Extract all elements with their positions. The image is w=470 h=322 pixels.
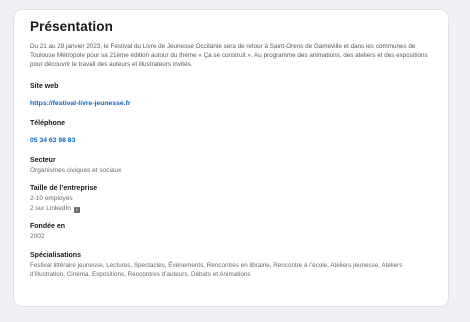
company-size-label: Taille de l’entreprise	[30, 185, 98, 193]
company-size-employees: 2-10 employés	[30, 195, 73, 203]
phone-label: Téléphone	[30, 119, 66, 127]
website-section: Site web https://festival-livre-jeunesse…	[30, 82, 434, 110]
website-label: Site web	[30, 82, 59, 90]
company-description: Du 21 au 29 janvier 2023, le Festival du…	[30, 43, 428, 69]
sector-value: Organismes civiques et sociaux	[30, 166, 122, 174]
founded-label: Fondée en	[30, 223, 66, 231]
section-title: Présentation	[30, 19, 113, 34]
phone-section: Téléphone 05 34 63 98 83	[30, 119, 434, 147]
founded-value: 2002	[30, 233, 45, 241]
linkedin-members[interactable]: 2 sur LinkedIn i	[30, 204, 434, 214]
specialties-label: Spécialisations	[30, 251, 81, 259]
website-link[interactable]: https://festival-livre-jeunesse.fr	[30, 99, 130, 109]
founded-section: Fondée en 2002	[30, 222, 434, 242]
sector-section: Secteur Organismes civiques et sociaux	[30, 156, 434, 176]
linkedin-members-text: 2 sur LinkedIn	[30, 204, 71, 212]
about-card: Présentation Du 21 au 29 janvier 2023, l…	[14, 10, 448, 306]
linkedin-info-icon: i	[73, 206, 80, 213]
phone-link[interactable]: 05 34 63 98 83	[30, 136, 75, 146]
specialties-value: Festival littéraire jeunesse, Lectures, …	[30, 261, 403, 278]
specialties-section: Spécialisations Festival littéraire jeun…	[30, 251, 434, 279]
sector-label: Secteur	[30, 156, 56, 164]
company-size-section: Taille de l’entreprise 2-10 employés 2 s…	[30, 184, 434, 213]
